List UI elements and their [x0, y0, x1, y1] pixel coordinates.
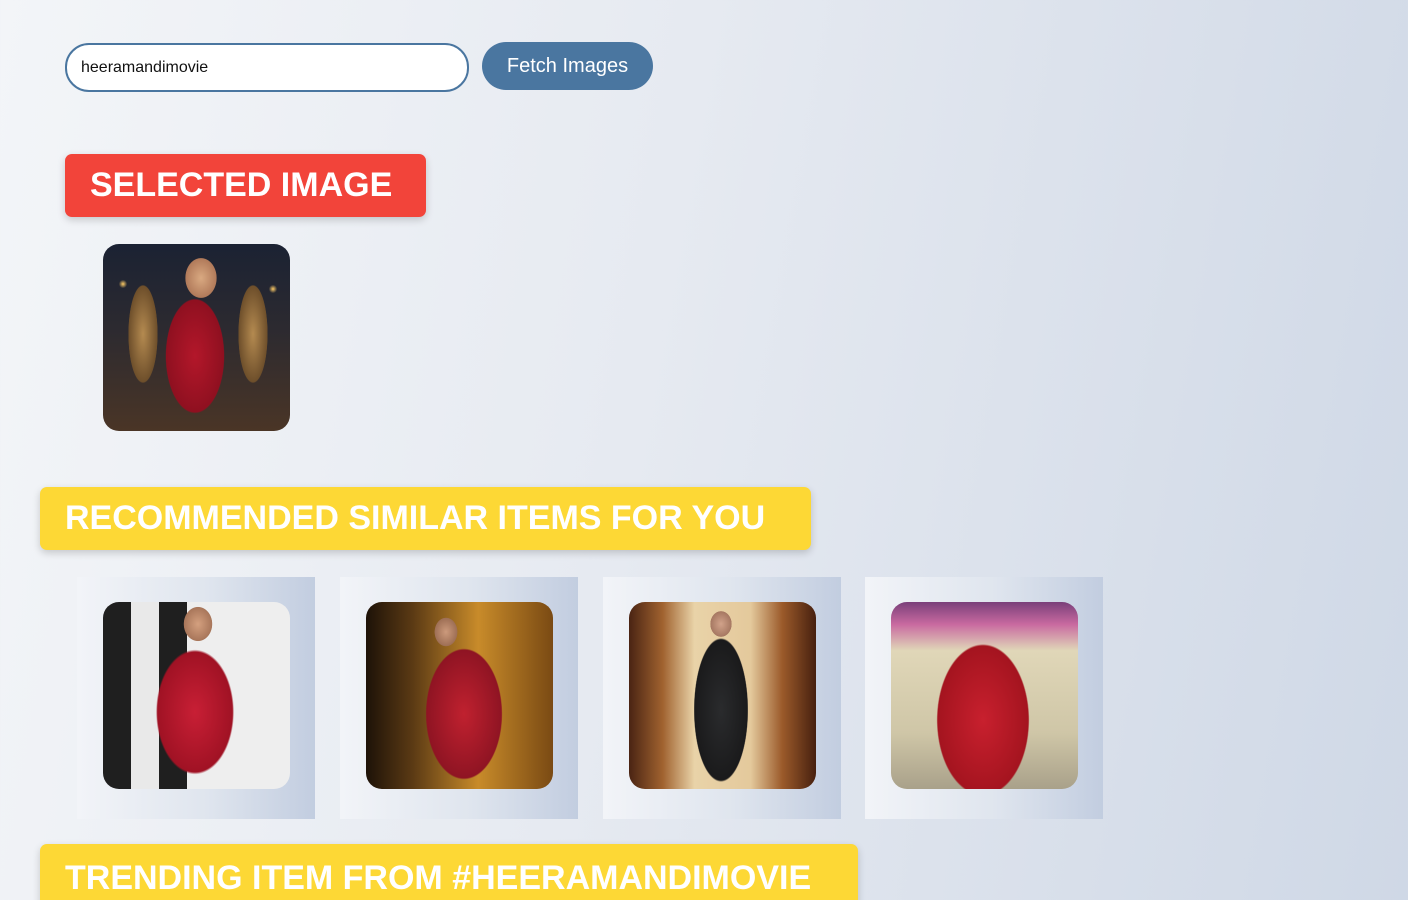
trending-item-heading: TRENDING ITEM FROM #HEERAMANDIMOVIE	[40, 844, 858, 900]
recommended-item-card[interactable]	[603, 577, 841, 819]
recommended-item-image[interactable]	[103, 602, 290, 789]
recommended-item-image[interactable]	[629, 602, 816, 789]
recommended-items-heading: RECOMMENDED SIMILAR ITEMS FOR YOU	[40, 487, 811, 550]
recommended-item-card[interactable]	[340, 577, 578, 819]
recommended-item-image[interactable]	[891, 602, 1078, 789]
recommended-item-card[interactable]	[77, 577, 315, 819]
recommended-item-card[interactable]	[865, 577, 1103, 819]
fetch-images-button[interactable]: Fetch Images	[482, 42, 653, 90]
recommended-item-image[interactable]	[366, 602, 553, 789]
search-input[interactable]	[65, 43, 469, 92]
selected-image[interactable]	[103, 244, 290, 431]
selected-image-heading: SELECTED IMAGE	[65, 154, 426, 217]
